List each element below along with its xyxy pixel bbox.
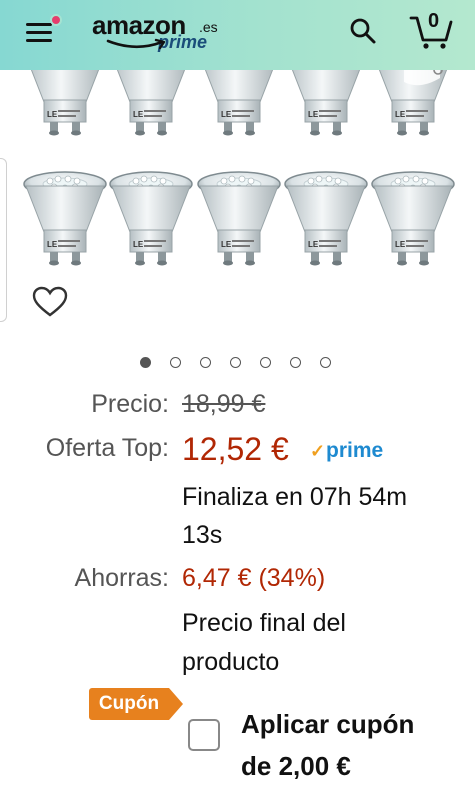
- notification-dot-icon: [50, 14, 62, 26]
- svg-text:LE: LE: [308, 240, 319, 249]
- apply-coupon-label[interactable]: Aplicar cupón de 2,00 €: [241, 703, 461, 787]
- heart-icon: [32, 286, 68, 317]
- pagination-dot[interactable]: [260, 357, 271, 368]
- pagination-dot[interactable]: [140, 357, 151, 368]
- svg-text:LE: LE: [221, 240, 232, 249]
- precio-label: Precio:: [91, 390, 169, 418]
- product-bulb-image: LE: [22, 170, 108, 275]
- ahorras-label: Ahorras:: [74, 564, 169, 592]
- final-price-note-line1: Precio final del: [182, 609, 346, 637]
- apply-coupon-checkbox[interactable]: [188, 719, 220, 751]
- gallery-side-tab[interactable]: [0, 158, 7, 322]
- svg-text:LE: LE: [395, 240, 406, 249]
- product-image-gallery[interactable]: LE LE LE LE LE LE LE LE LE LE: [0, 70, 475, 345]
- product-bulb-image: LE: [22, 70, 108, 145]
- deal-countdown-line2: 13s: [182, 521, 223, 549]
- top-header: amazon .es prime 0: [0, 0, 475, 70]
- pagination-dot[interactable]: [320, 357, 331, 368]
- pagination-dot[interactable]: [230, 357, 241, 368]
- pagination-dot[interactable]: [170, 357, 181, 368]
- product-bulb-image: LE: [370, 170, 456, 275]
- product-bulb-image: LE: [283, 70, 369, 145]
- oferta-label: Oferta Top:: [45, 434, 169, 462]
- final-price-note-line2: producto: [182, 648, 280, 676]
- hamburger-menu-button[interactable]: [24, 14, 62, 47]
- image-pagination: [140, 357, 340, 371]
- product-bulb-image: LE: [108, 170, 194, 275]
- menu-bar-icon: [26, 31, 52, 34]
- deal-countdown-line1: Finaliza en 07h 54m: [182, 483, 408, 511]
- product-bulb-image: LE: [108, 70, 194, 145]
- list-price: 18,99 €: [182, 390, 266, 418]
- smile-arrow-icon: [106, 38, 166, 50]
- coupon-badge: Cupón: [89, 688, 183, 720]
- svg-text:LE: LE: [133, 240, 144, 249]
- svg-text:LE: LE: [47, 240, 58, 249]
- image-corner-badge: [400, 70, 444, 90]
- product-bulb-image: LE: [196, 170, 282, 275]
- pagination-dot[interactable]: [290, 357, 301, 368]
- product-bulb-image: LE: [283, 170, 369, 275]
- apply-coupon-line1: Aplicar cupón: [241, 709, 415, 739]
- search-button[interactable]: [349, 17, 377, 45]
- svg-text:LE: LE: [395, 110, 406, 119]
- product-bulb-image: LE: [196, 70, 282, 145]
- cart-count: 0: [428, 10, 440, 32]
- prime-check-icon: ✓: [310, 441, 326, 461]
- menu-bar-icon: [26, 39, 52, 42]
- svg-text:LE: LE: [47, 110, 58, 119]
- wishlist-button[interactable]: [32, 286, 68, 323]
- prime-label: prime: [326, 439, 384, 462]
- pagination-dot[interactable]: [200, 357, 211, 368]
- cart-button[interactable]: 0: [408, 8, 454, 50]
- svg-text:LE: LE: [221, 110, 232, 119]
- svg-text:LE: LE: [133, 110, 144, 119]
- savings-value: 6,47 € (34%): [182, 564, 326, 592]
- offer-price: 12,52 €: [182, 431, 289, 467]
- amazon-prime-logo[interactable]: amazon .es prime: [92, 10, 232, 58]
- apply-coupon-line2: de 2,00 €: [241, 751, 351, 781]
- search-icon: [350, 18, 376, 44]
- menu-bar-icon: [26, 23, 52, 26]
- svg-text:LE: LE: [308, 110, 319, 119]
